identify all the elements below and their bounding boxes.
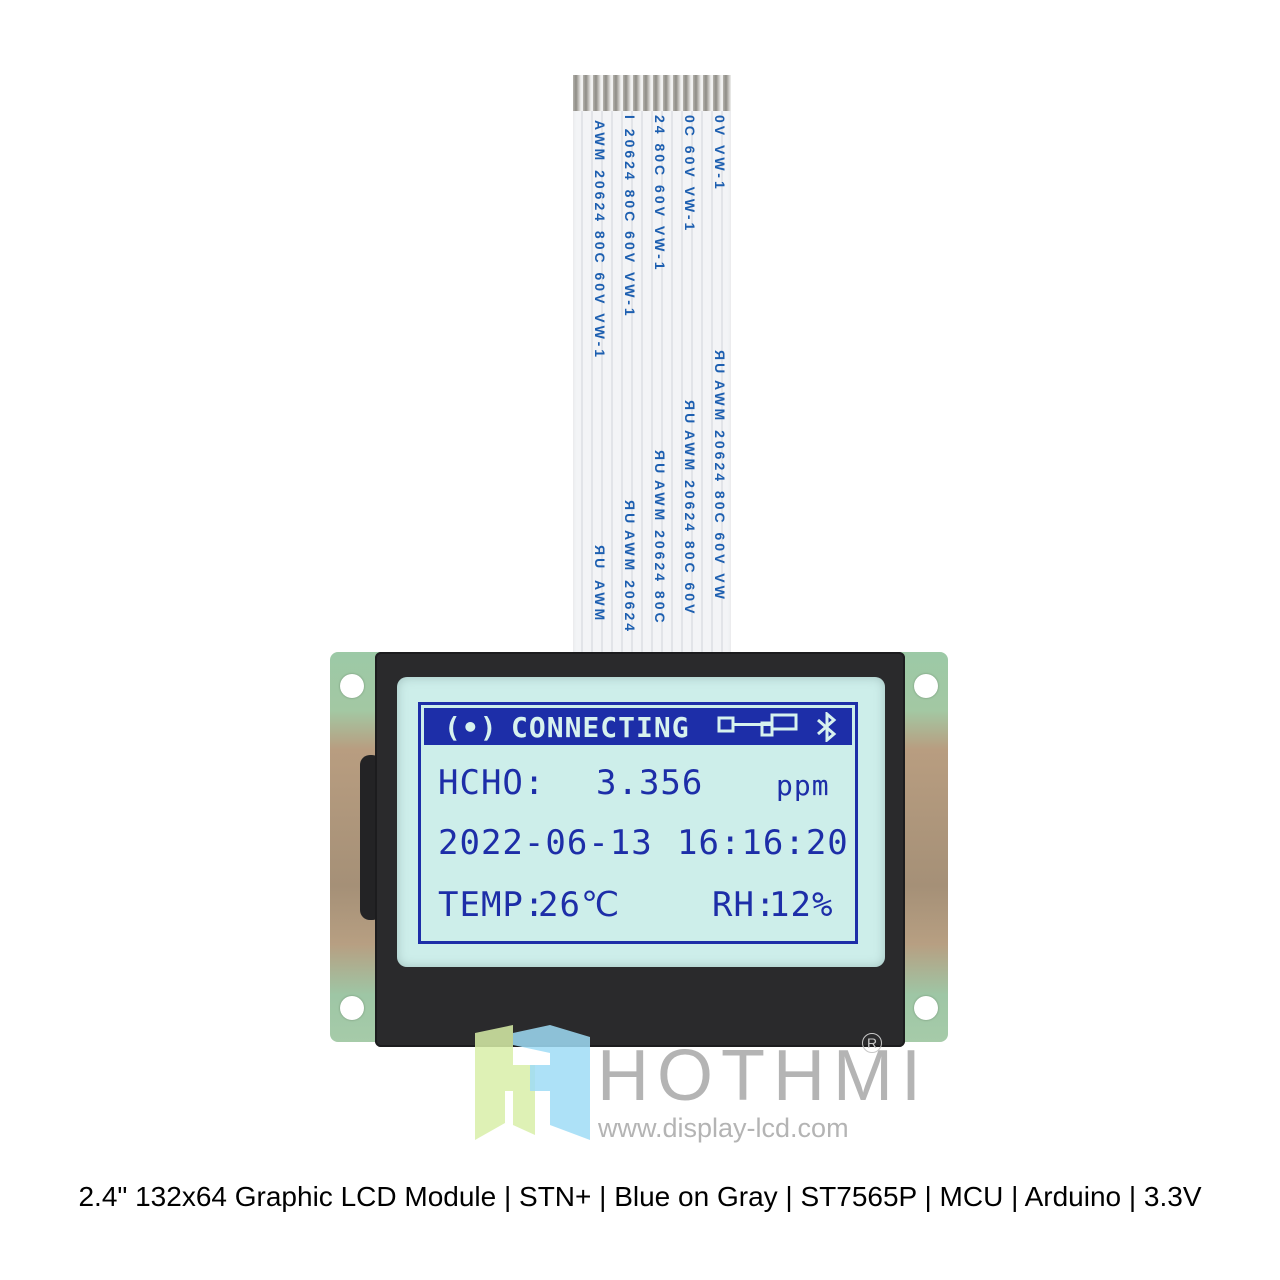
signal-icon: (•) xyxy=(444,711,498,744)
key-icon xyxy=(717,713,798,737)
mount-hole xyxy=(914,674,938,698)
fpc-ul-mark: ЯU xyxy=(592,545,608,572)
fpc-marking: 0C 60V VW-1 xyxy=(682,115,698,234)
hcho-unit: ppm xyxy=(776,769,830,802)
fpc-marking: AWM 20624 80C 60V VW xyxy=(712,380,728,602)
fpc-ul-mark: ЯU xyxy=(652,450,668,477)
fpc-ul-mark: ЯU xyxy=(682,400,698,427)
mount-hole xyxy=(340,996,364,1020)
fpc-marking: AWM 20624 80C 60V VW-1 xyxy=(592,120,608,361)
fpc-marking: I 20624 80C 60V VW-1 xyxy=(622,115,638,319)
fpc-ul-mark: ЯU xyxy=(622,500,638,527)
bluetooth-icon xyxy=(817,712,837,742)
fpc-marking: 0V VW-1 xyxy=(712,115,728,192)
fpc-marking: AWM 20624 80C 60V xyxy=(682,430,698,617)
hothmi-logo-icon xyxy=(475,1025,590,1140)
date-value: 2022-06-13 xyxy=(438,823,653,863)
connection-status: CONNECTING xyxy=(511,711,690,744)
fpc-marking: AWM 20624 80C xyxy=(652,480,668,626)
fpc-ul-mark: ЯU xyxy=(712,350,728,377)
fpc-marking: AWM xyxy=(592,580,608,624)
temp-label: TEMP: xyxy=(438,885,546,925)
fpc-marking: AWM 20624 xyxy=(622,530,638,635)
mount-hole xyxy=(340,674,364,698)
fpc-ribbon-cable: 0V VW-1 0C 60V VW-1 24 80C 60V VW-1 I 20… xyxy=(573,75,731,660)
hcho-value: 3.356 xyxy=(596,763,704,803)
website-url: www.display-lcd.com xyxy=(598,1113,849,1143)
time-value: 16:16:20 xyxy=(677,823,849,863)
temp-value: 26℃ xyxy=(538,885,621,925)
rh-value: 12% xyxy=(769,885,834,925)
hcho-label: HCHO: xyxy=(438,763,546,803)
fpc-marking: 24 80C 60V VW-1 xyxy=(652,115,668,273)
rh-label: RH: xyxy=(712,885,777,925)
mount-hole xyxy=(914,996,938,1020)
product-caption: 2.4" 132x64 Graphic LCD Module | STN+ | … xyxy=(78,1181,1202,1212)
registered-mark: R xyxy=(862,1033,882,1053)
brand-name: HOTHMI xyxy=(597,1036,929,1116)
fpc-contacts xyxy=(573,75,731,111)
